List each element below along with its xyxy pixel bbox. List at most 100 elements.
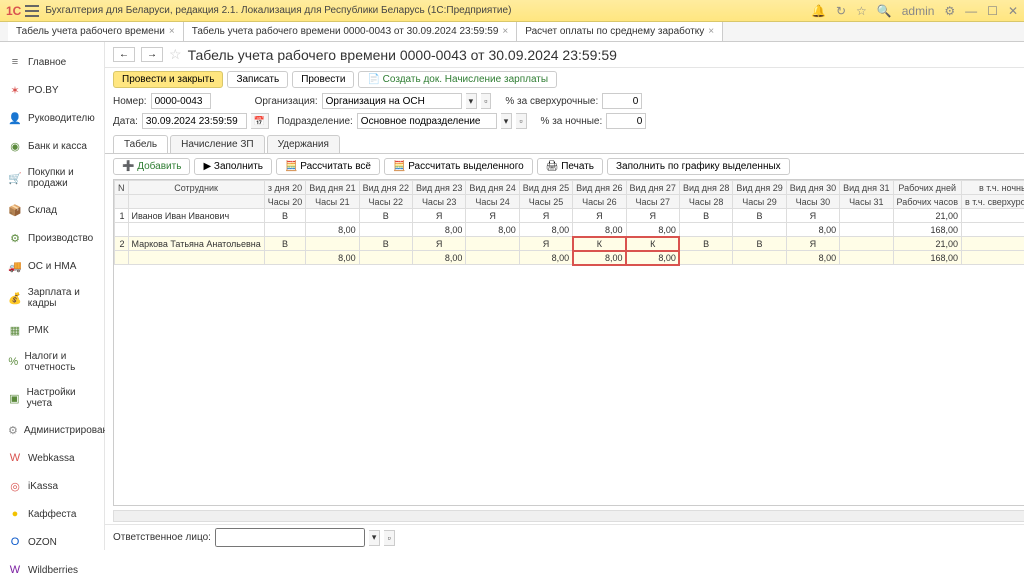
subdiv-field[interactable] [357, 113, 497, 129]
sidebar-item-label: Зарплата и кадры [28, 287, 96, 309]
sidebar-item[interactable]: ⚙Производство [0, 224, 104, 252]
section-icon: 🚚 [8, 259, 22, 273]
section-icon: ● [8, 507, 22, 521]
post-button[interactable]: Провести [292, 71, 354, 88]
bell-icon[interactable]: 🔔 [811, 4, 826, 18]
doc-tab[interactable]: Расчет оплаты по среднему заработку× [517, 22, 723, 41]
search-icon[interactable]: 🔍 [877, 4, 892, 18]
sidebar-item[interactable]: 🚚ОС и НМА [0, 252, 104, 280]
calendar-icon[interactable]: 📅 [251, 113, 269, 129]
maximize-icon[interactable]: ☐ [987, 4, 998, 18]
section-icon: % [8, 355, 18, 369]
sidebar-item-label: Руководителю [28, 113, 95, 124]
section-icon: ▣ [8, 391, 21, 405]
section-icon: ✶ [8, 83, 22, 97]
dropdown-icon[interactable]: ▾ [466, 93, 478, 109]
add-button[interactable]: ➕ Добавить [113, 158, 190, 175]
sidebar-item[interactable]: WWebkassa [0, 444, 104, 472]
org-field[interactable] [322, 93, 462, 109]
app-title: Бухгалтерия для Беларуси, редакция 2.1. … [45, 5, 811, 16]
favorite-icon[interactable]: ☆ [169, 46, 182, 63]
sidebar-item[interactable]: ◎ iKassa [0, 472, 104, 500]
user-label[interactable]: admin [902, 4, 935, 18]
open-icon[interactable]: ▫ [384, 530, 394, 546]
write-button[interactable]: Записать [227, 71, 288, 88]
horizontal-scrollbar[interactable] [113, 510, 1024, 522]
sidebar-item[interactable]: ≡Главное [0, 48, 104, 76]
night-label: % за ночные: [541, 116, 603, 127]
section-icon: ⚙ [8, 231, 22, 245]
date-label: Дата: [113, 116, 138, 127]
star-icon[interactable]: ☆ [856, 4, 867, 18]
sidebar-item-label: OZON [28, 537, 57, 548]
sidebar-item[interactable]: ● Каффеста [0, 500, 104, 528]
sidebar-item-label: Склад [28, 205, 57, 216]
settings-icon[interactable]: ⚙ [944, 4, 955, 18]
doc-tab[interactable]: Табель учета рабочего времени 0000-0043 … [184, 22, 518, 41]
overtime-field[interactable] [602, 93, 642, 109]
close-icon[interactable]: × [502, 26, 508, 37]
sidebar-item[interactable]: %Налоги и отчетность [0, 344, 104, 380]
sidebar-item-label: Настройки учета [27, 387, 96, 409]
minimize-icon[interactable]: — [965, 4, 977, 18]
section-icon: ▦ [8, 323, 22, 337]
responsible-label: Ответственное лицо: [113, 532, 211, 543]
close-icon[interactable]: ✕ [1008, 4, 1018, 18]
timesheet-grid[interactable]: NСотрудникз дня 20Вид дня 21Вид дня 22Ви… [113, 179, 1024, 506]
tab-deduction[interactable]: Удержания [267, 135, 340, 153]
section-icon: 👤 [8, 111, 22, 125]
responsible-field[interactable] [215, 528, 365, 547]
create-doc-button[interactable]: 📄 Создать док. Начисление зарплаты [358, 71, 557, 88]
sidebar-item[interactable]: ▣ Настройки учета [0, 380, 104, 416]
section-icon: 💰 [8, 291, 22, 305]
dropdown-icon[interactable]: ▾ [369, 530, 381, 546]
recalc-all-button[interactable]: 🧮 Рассчитать всё [276, 158, 380, 175]
tab-accrual[interactable]: Начисление ЗП [170, 135, 264, 153]
fill-graph-button[interactable]: Заполнить по графику выделенных [607, 158, 790, 175]
overtime-label: % за сверхурочные: [505, 96, 598, 107]
sidebar-item[interactable]: 👤 Руководителю [0, 104, 104, 132]
section-icon: ◎ [8, 479, 22, 493]
section-icon: ⚙ [8, 423, 18, 437]
section-icon: ◉ [8, 139, 22, 153]
history-icon[interactable]: ↻ [836, 4, 846, 18]
recalc-sel-button[interactable]: 🧮 Рассчитать выделенного [384, 158, 533, 175]
section-icon: W [8, 451, 22, 465]
sidebar-item-label: Покупки и продажи [28, 167, 96, 189]
menu-icon[interactable] [25, 5, 39, 17]
sidebar-item-label: Каффеста [28, 509, 76, 520]
section-icon: 📦 [8, 203, 22, 217]
number-label: Номер: [113, 96, 147, 107]
sidebar-item[interactable]: ▦ РМК [0, 316, 104, 344]
forward-button[interactable]: → [141, 47, 163, 62]
sidebar-item[interactable]: ✶ PO.BY [0, 76, 104, 104]
sidebar-item[interactable]: 🛒Покупки и продажи [0, 160, 104, 196]
close-icon[interactable]: × [708, 26, 714, 37]
dropdown-icon[interactable]: ▾ [501, 113, 513, 129]
post-and-close-button[interactable]: Провести и закрыть [113, 71, 223, 88]
sidebar-item-label: РМК [28, 325, 49, 336]
tab-timesheet[interactable]: Табель [113, 135, 168, 153]
sidebar-item[interactable]: ⚙Администрирование [0, 416, 104, 444]
logo-1c: 1C [6, 4, 21, 18]
section-icon: W [8, 563, 22, 577]
sidebar-item-label: iKassa [28, 481, 58, 492]
date-field[interactable] [142, 113, 247, 129]
sidebar-item[interactable]: 📦 Склад [0, 196, 104, 224]
number-field[interactable] [151, 93, 211, 109]
sidebar-item[interactable]: O OZON [0, 528, 104, 556]
open-icon[interactable]: ▫ [481, 93, 491, 109]
night-field[interactable] [606, 113, 646, 129]
fill-button[interactable]: ▶ Заполнить [194, 158, 272, 175]
sidebar-item[interactable]: WWildberries [0, 556, 104, 584]
sidebar-item-label: PO.BY [28, 85, 59, 96]
print-button[interactable]: 🖨 Печать [537, 158, 603, 175]
doc-tab[interactable]: Табель учета рабочего времени× [8, 22, 184, 41]
sidebar-item[interactable]: ◉Банк и касса [0, 132, 104, 160]
close-icon[interactable]: × [169, 26, 175, 37]
section-icon: ≡ [8, 55, 22, 69]
back-button[interactable]: ← [113, 47, 135, 62]
section-icon: O [8, 535, 22, 549]
open-icon[interactable]: ▫ [516, 113, 526, 129]
sidebar-item[interactable]: 💰 Зарплата и кадры [0, 280, 104, 316]
